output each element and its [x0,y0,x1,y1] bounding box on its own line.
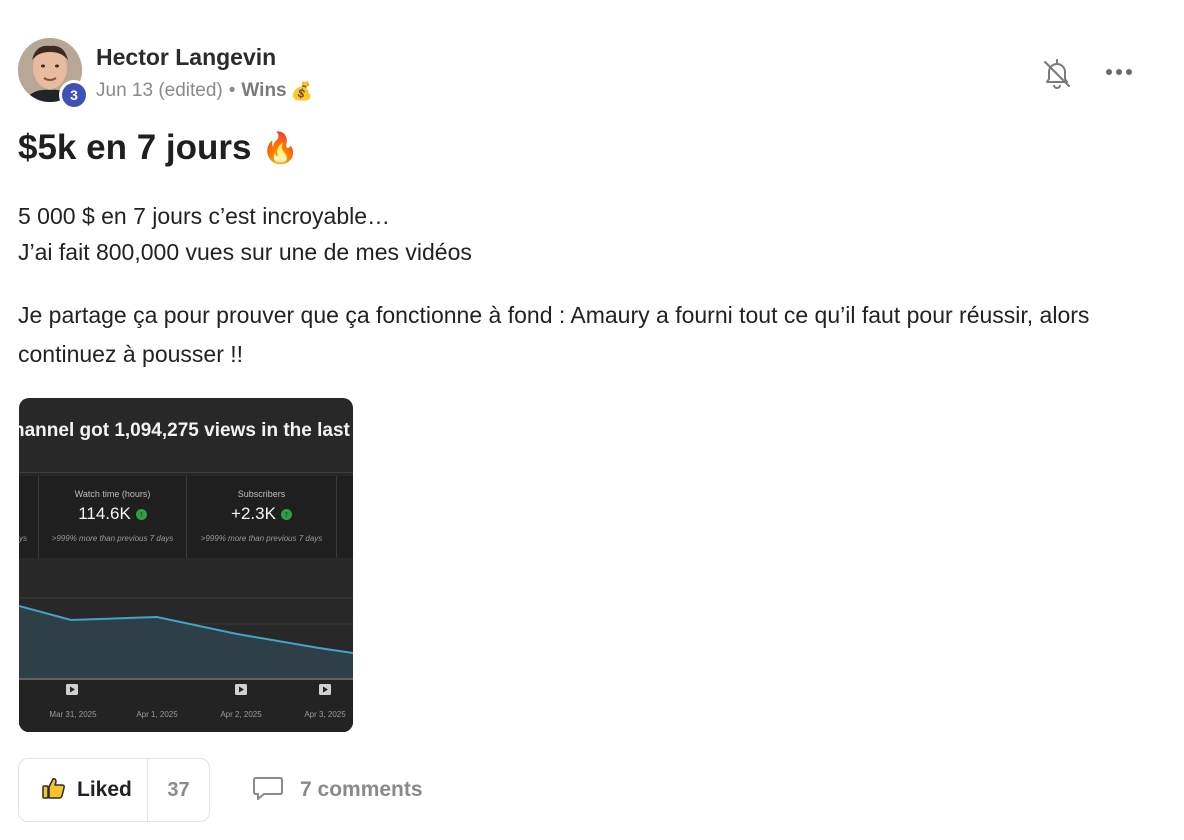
dot [1126,69,1132,75]
attachment-image[interactable]: hannel got 1,094,275 views in the last W… [19,398,353,732]
post-body-paragraph-2: Je partage ça pour prouver que ça foncti… [18,302,1090,367]
metric-label: Watch time (hours) [74,489,151,499]
attachment-headline: hannel got 1,094,275 views in the last [19,420,350,441]
metric-value: 114.6K [78,504,131,523]
arrow-up-icon: ↑ [135,508,147,520]
meta-separator: • [228,80,236,101]
dot [1106,69,1112,75]
metric-note-partial: ys [19,534,27,543]
level-badge: 3 [59,80,89,110]
like-toggle[interactable]: Liked [19,759,148,821]
post-category[interactable]: Wins [241,80,286,102]
dot [1116,69,1122,75]
play-icon [319,684,331,695]
metric-label: Subscribers [237,489,286,499]
post-body-paragraph-1: 5 000 $ en 7 jours c’est incroyable… J’a… [18,198,472,270]
metric-card-partial [336,476,353,558]
comment-icon [252,774,284,807]
date-label: Apr 2, 2025 [220,710,262,719]
post-header: 3 Hector Langevin Jun 13 (edited) • Wins… [18,38,1148,110]
date-label: Apr 3, 2025 [304,710,346,719]
post-date: Jun 13 (edited) [96,80,223,101]
play-icon [235,684,247,695]
more-horizontal-icon[interactable] [1102,62,1136,82]
views-chart: Mar 31, 2025 Apr 1, 2025 Apr 2, 2025 Apr… [19,558,353,732]
comments-label: 7 comments [300,778,423,801]
metric-card-subscribers: Subscribers +2.3K ↑ >999% more than prev… [186,476,336,558]
post-title-text: $5k en 7 jours [18,128,252,167]
metric-value-row: +2.3K ↑ [187,504,336,524]
metric-cards: Watch time (hours) 114.6K ↑ >999% more t… [19,476,353,558]
metric-value: +2.3K [231,504,276,523]
comments-button[interactable]: 7 comments [252,772,423,808]
author-name[interactable]: Hector Langevin [96,44,276,71]
post-meta: Jun 13 (edited) • Wins 💰 [96,80,313,102]
attachment-divider [19,472,353,473]
like-label: Liked [77,778,132,801]
metric-note: >999% more than previous 7 days [51,534,174,543]
metric-value-row: 114.6K ↑ [39,504,186,524]
like-count[interactable]: 37 [148,779,209,802]
post-title: $5k en 7 jours 🔥 [18,128,299,168]
bell-off-icon[interactable] [1040,56,1074,90]
fire-emoji: 🔥 [261,131,299,165]
play-icon [66,684,78,695]
body-line-1: 5 000 $ en 7 jours c’est incroyable… [18,203,391,229]
arrow-up-icon: ↑ [280,508,292,520]
date-label: Mar 31, 2025 [49,710,97,719]
metric-card-watch-time: Watch time (hours) 114.6K ↑ >999% more t… [38,476,186,558]
date-label: Apr 1, 2025 [136,710,178,719]
thumbs-up-icon [41,775,67,806]
avatar[interactable]: 3 [18,38,89,110]
metric-note: >999% more than previous 7 days [200,534,323,543]
category-emoji: 💰 [290,80,314,101]
like-button[interactable]: Liked 37 [18,758,210,822]
body-line-2: J’ai fait 800,000 vues sur une de mes vi… [18,239,472,265]
